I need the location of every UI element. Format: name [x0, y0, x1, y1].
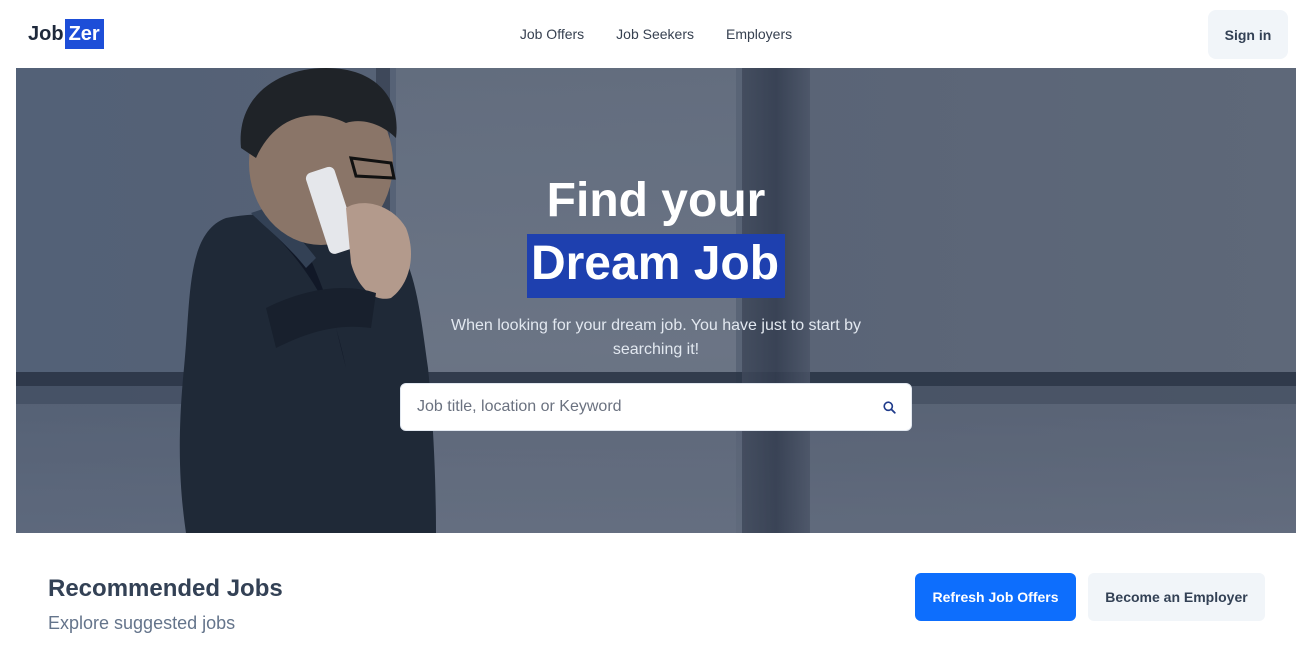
nav-link-employers[interactable]: Employers: [726, 24, 792, 44]
main-nav: Job Offers Job Seekers Employers: [0, 24, 1312, 44]
search-input[interactable]: [401, 384, 861, 430]
hero-title-line1: Find your: [546, 174, 766, 227]
hero-banner: Find your Dream Job When looking for you…: [16, 68, 1296, 533]
hero-title-highlight: Dream Job: [526, 234, 786, 298]
search-icon[interactable]: [877, 395, 901, 419]
hero-person-image: [179, 68, 436, 533]
recommended-jobs-title: Recommended Jobs: [48, 575, 283, 602]
sign-in-button[interactable]: Sign in: [1208, 10, 1288, 59]
become-employer-button[interactable]: Become an Employer: [1088, 573, 1265, 621]
recommended-jobs-subtitle: Explore suggested jobs: [48, 613, 236, 633]
nav-link-job-offers[interactable]: Job Offers: [520, 24, 584, 44]
nav-link-job-seekers[interactable]: Job Seekers: [616, 24, 694, 44]
hero-subtitle: When looking for your dream job. You hav…: [450, 317, 861, 358]
top-header: Job Zer Job Offers Job Seekers Employers …: [0, 0, 1312, 68]
hero-title: Find your Dream Job: [16, 172, 1296, 298]
refresh-job-offers-button[interactable]: Refresh Job Offers: [915, 573, 1076, 621]
search-box: [400, 383, 912, 431]
